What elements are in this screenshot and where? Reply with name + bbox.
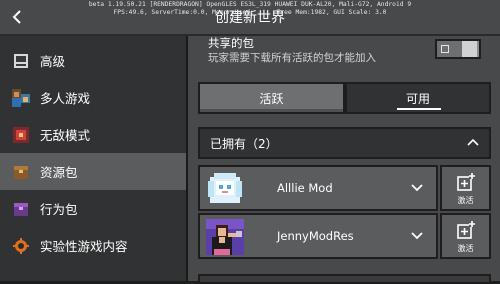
behavior-pack-icon bbox=[12, 200, 30, 218]
sidebar-item-label: 无敌模式 bbox=[40, 128, 91, 143]
shared-packs-description: 玩家需要下载所有活跃的包才能加入 bbox=[208, 52, 376, 64]
tab-label: 活跃 bbox=[259, 91, 284, 106]
activate-label: 激活 bbox=[457, 244, 474, 253]
pack-row: Alllie Mod 激活 bbox=[198, 165, 491, 211]
next-section-panel bbox=[198, 274, 491, 284]
shared-packs-toggle[interactable] bbox=[435, 39, 481, 59]
multiplayer-icon bbox=[12, 88, 30, 107]
main-panel: 共享的包 玩家需要下载所有活跃的包才能加入 活跃 可用 已拥有（2） Allli… bbox=[188, 36, 500, 284]
cheats-icon bbox=[12, 126, 30, 144]
sidebar-item-label: 高级 bbox=[40, 54, 66, 69]
tab-label: 可用 bbox=[405, 91, 430, 106]
sidebar-item-label: 资源包 bbox=[40, 165, 78, 180]
activate-button[interactable]: 激活 bbox=[440, 165, 491, 211]
chevron-down-icon bbox=[411, 184, 423, 192]
pack-name: Alllie Mod bbox=[277, 181, 333, 195]
toggle-knob bbox=[462, 41, 479, 57]
advanced-icon bbox=[12, 52, 30, 70]
pack-item-allie-mod[interactable]: Alllie Mod bbox=[198, 165, 438, 211]
sidebar: 高级 多人游戏 无敌模式 资源包 行为包 实验性游戏内容 bbox=[0, 36, 188, 281]
chevron-up-icon bbox=[467, 138, 479, 146]
tab-active[interactable]: 活跃 bbox=[198, 82, 345, 114]
pack-thumbnail bbox=[206, 171, 244, 207]
toggle-off-indicator bbox=[441, 45, 449, 53]
sidebar-item-cheats[interactable]: 无敌模式 bbox=[0, 116, 186, 153]
sidebar-item-multiplayer[interactable]: 多人游戏 bbox=[0, 79, 186, 116]
chevron-down-icon bbox=[411, 232, 423, 240]
pack-thumbnail bbox=[206, 219, 244, 255]
sidebar-item-label: 实验性游戏内容 bbox=[40, 239, 128, 254]
sidebar-item-label: 多人游戏 bbox=[40, 91, 91, 106]
activate-button[interactable]: 激活 bbox=[440, 213, 491, 259]
sidebar-item-resource-packs[interactable]: 资源包 bbox=[0, 153, 186, 190]
top-bar: beta 1.19.50.21 [RENDERDRAGON] OpenGLES … bbox=[0, 0, 500, 36]
resource-pack-icon bbox=[12, 163, 30, 181]
add-pack-icon bbox=[457, 221, 475, 239]
sidebar-item-label: 行为包 bbox=[40, 202, 78, 217]
owned-packs-label: 已拥有（2） bbox=[210, 137, 278, 151]
owned-packs-header[interactable]: 已拥有（2） bbox=[198, 127, 491, 159]
shared-packs-title: 共享的包 bbox=[208, 36, 254, 50]
pack-name: JennyModRes bbox=[277, 229, 354, 243]
activate-label: 激活 bbox=[457, 196, 474, 205]
pack-row: JennyModRes 激活 bbox=[198, 213, 491, 259]
pack-item-jennymodres[interactable]: JennyModRes bbox=[198, 213, 438, 259]
sidebar-item-advanced[interactable]: 高级 bbox=[0, 42, 186, 79]
sidebar-item-behavior-packs[interactable]: 行为包 bbox=[0, 190, 186, 227]
debug-line-1: beta 1.19.50.21 [RENDERDRAGON] OpenGLES … bbox=[88, 1, 412, 8]
sidebar-item-experimental[interactable]: 实验性游戏内容 bbox=[0, 227, 186, 264]
tab-selected-underline bbox=[397, 108, 441, 110]
experimental-icon bbox=[12, 237, 30, 255]
page-title: 创建新世界 bbox=[215, 10, 285, 26]
add-pack-icon bbox=[457, 173, 475, 191]
